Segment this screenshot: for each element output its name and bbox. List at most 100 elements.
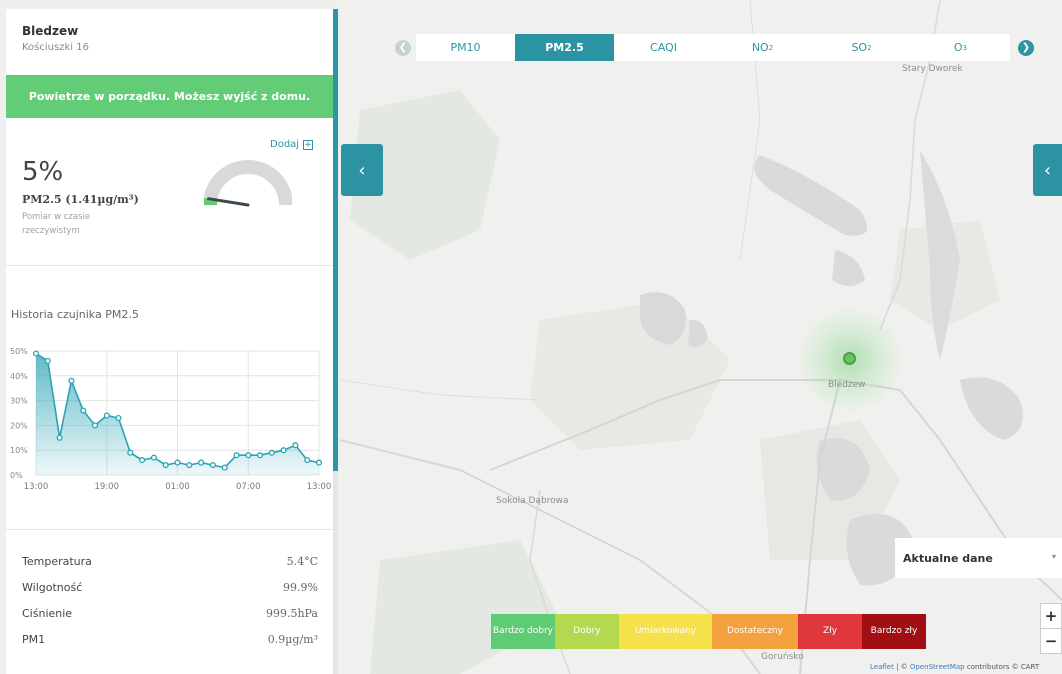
status-banner: Powietrze w porządku. Możesz wyjść z dom…: [6, 75, 333, 118]
chart-y-tick-label: 30%: [10, 397, 28, 406]
chart-point: [186, 462, 193, 469]
stat-value: 999.5hPa: [265, 607, 318, 620]
expand-right-panel-button[interactable]: ‹: [1033, 144, 1062, 196]
chart-point: [103, 412, 110, 419]
chart-x-tick-label: 19:00: [95, 482, 120, 492]
chart-point: [44, 357, 51, 364]
chart-point: [198, 459, 205, 466]
chart-x-tick-label: 13:00: [24, 482, 49, 492]
history-title: Historia czujnika PM2.5: [11, 308, 139, 321]
plus-icon: +: [303, 139, 314, 150]
chart-y-tick-label: 20%: [10, 421, 28, 430]
sidebar-scrollbar[interactable]: [333, 9, 338, 471]
stat-row-temperature: Temperatura 5.4°C: [22, 555, 318, 568]
gauge: [204, 160, 292, 207]
chart-point: [292, 442, 299, 449]
tab-o3[interactable]: O3: [911, 34, 1010, 61]
place-label: Goruńsko: [761, 652, 804, 662]
chevron-left-icon: ‹: [1043, 159, 1052, 181]
tab-no2[interactable]: NO 2: [713, 34, 812, 61]
chart-point: [32, 350, 40, 357]
place-label: Sokola Dąbrowa: [496, 496, 569, 506]
reading-percent: 5%: [22, 157, 64, 187]
chart-point: [80, 407, 87, 414]
chart-y-tick-label: 0%: [10, 471, 23, 480]
chart-x-tick-label: 13:00: [307, 482, 332, 492]
stat-label: PM1: [22, 633, 46, 646]
data-mode-value: Aktualne dane: [903, 551, 993, 565]
leaflet-link[interactable]: Leaflet: [870, 663, 894, 671]
add-label: Dodaj: [270, 139, 300, 150]
chart-point: [139, 457, 146, 464]
stat-label: Wilgotność: [22, 581, 83, 594]
zoom-out-button[interactable]: −: [1040, 628, 1062, 654]
chart-y-tick-label: 10%: [10, 446, 28, 455]
data-mode-select[interactable]: Aktualne dane ▾: [895, 538, 1062, 578]
divider: [6, 265, 333, 266]
chart-y-tick-label: 40%: [10, 372, 28, 381]
pollutant-tabs: ❮ PM10 PM2.5 CAQI NO 2 SO 2 O3 ❯: [395, 34, 1034, 61]
chart-point: [162, 462, 169, 469]
chart-point: [127, 449, 134, 456]
tab-pm25[interactable]: PM2.5: [515, 34, 614, 61]
quality-legend: Bardzo dobry Dobry Umiarkowany Dostatecz…: [491, 614, 926, 649]
tabs-prev-icon[interactable]: ❮: [395, 39, 411, 56]
chart-point: [268, 449, 275, 456]
chart-point: [221, 464, 228, 471]
chart-point: [304, 457, 311, 464]
station-header: Bledzew Kościuszki 16: [6, 9, 333, 75]
divider: [6, 529, 333, 530]
station-name: Bledzew: [22, 24, 79, 38]
chart-x-tick-label: 01:00: [165, 482, 190, 492]
chart-point: [315, 459, 323, 466]
map-attribution: Leaflet | © OpenStreetMap contributors ©…: [870, 663, 1039, 671]
reading-note: Pomiar w czasie rzeczywistym: [22, 212, 91, 236]
chart-point: [56, 434, 63, 441]
stat-row-pressure: Ciśnienie 999.5hPa: [22, 607, 318, 620]
tab-pm10[interactable]: PM10: [416, 34, 515, 61]
chart-point: [209, 462, 216, 469]
stat-row-humidity: Wilgotność 99.9%: [22, 581, 318, 594]
collapse-sidebar-button[interactable]: ‹: [341, 144, 383, 196]
caret-down-icon: ▾: [1051, 552, 1056, 561]
zoom-in-button[interactable]: +: [1040, 603, 1062, 629]
reading-value: PM2.5 (1.41µg/m³): [22, 193, 139, 206]
chart-point: [150, 454, 157, 461]
legend-item-sufficient: Dostateczny: [712, 614, 798, 649]
stat-label: Temperatura: [22, 555, 92, 568]
place-label: Bledzew: [828, 380, 866, 390]
legend-item-very-good: Bardzo dobry: [491, 614, 555, 649]
chart-point: [233, 452, 240, 459]
add-station-button[interactable]: Dodaj +: [270, 139, 314, 150]
chart-point: [245, 452, 252, 459]
stat-row-pm1: PM1 0.9µg/m³: [22, 633, 318, 646]
place-label: Stary Dworek: [902, 64, 963, 74]
chart-point: [256, 452, 264, 459]
stat-value: 5.4°C: [286, 555, 318, 568]
attribution-sep: | ©: [893, 663, 910, 671]
tab-so2[interactable]: SO 2: [812, 34, 911, 61]
stat-value: 99.9%: [283, 581, 318, 594]
stat-value: 0.9µg/m³: [267, 633, 318, 646]
chart-point: [115, 414, 122, 422]
stat-label: Ciśnienie: [22, 607, 73, 620]
sidebar-scroll-track: [333, 471, 338, 674]
legend-item-good: Dobry: [555, 614, 619, 649]
history-chart: 0% 10% 20% 30% 40% 50% 13:00 19:00 01:00 07:00 13:…: [10, 347, 332, 492]
chart-point: [68, 377, 75, 384]
tabs-next-icon[interactable]: ❯: [1018, 39, 1034, 56]
chart-y-tick-label: 50%: [10, 347, 28, 356]
chevron-left-icon: ‹: [358, 159, 366, 181]
legend-item-bad: Zły: [798, 614, 862, 649]
station-sidebar: Bledzew Kościuszki 16 Powietrze w porząd…: [6, 9, 333, 674]
chart-point: [91, 422, 99, 429]
station-address: Kościuszki 16: [22, 42, 89, 53]
chart-point: [280, 447, 287, 454]
attribution-tail: contributors © CART: [964, 663, 1040, 671]
chart-x-tick-label: 07:00: [236, 482, 261, 492]
legend-item-moderate: Umiarkowany: [619, 614, 712, 649]
chart-point: [174, 459, 181, 466]
tab-caqi[interactable]: CAQI: [614, 34, 713, 61]
station-marker[interactable]: [843, 352, 856, 365]
osm-link[interactable]: OpenStreetMap: [910, 663, 965, 671]
